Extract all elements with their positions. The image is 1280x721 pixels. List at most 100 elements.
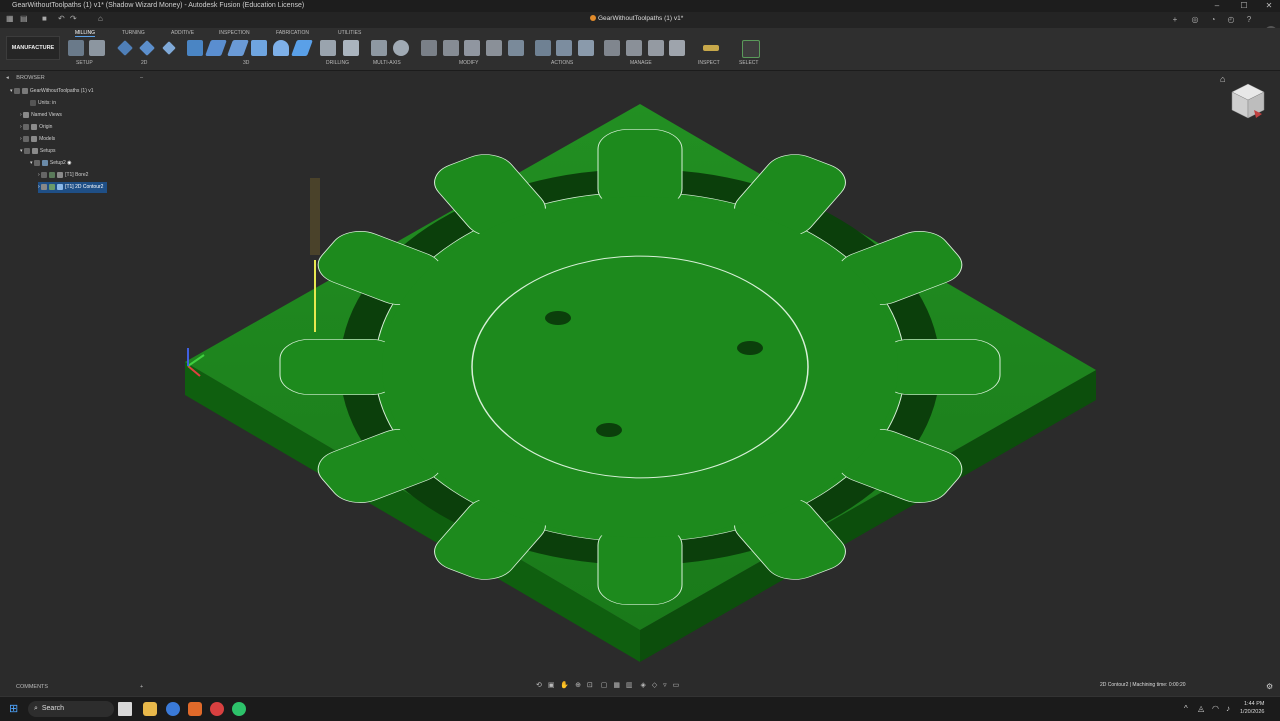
tray-chevron-icon[interactable]: ^: [1184, 704, 1188, 713]
app-menu-icon[interactable]: ▦: [6, 15, 14, 23]
tool-library-button[interactable]: [604, 40, 620, 56]
group-multi-axis[interactable]: MULTI-AXIS: [373, 60, 401, 66]
3d-viewport[interactable]: [0, 70, 1280, 678]
home-view-icon[interactable]: ⌂: [1220, 74, 1225, 84]
tab-inspection[interactable]: INSPECTION: [219, 30, 250, 36]
select-window-icon[interactable]: [742, 40, 760, 58]
save-icon[interactable]: ■: [42, 15, 50, 23]
fit-icon[interactable]: ⊡: [587, 682, 593, 689]
windows-start-icon[interactable]: ⊞: [9, 702, 18, 715]
3d-adaptive-button[interactable]: [205, 40, 227, 56]
tree-2d-contour2[interactable]: › [T1] 2D Contour2: [38, 182, 108, 193]
clipboard-icon[interactable]: [443, 40, 459, 56]
setup-sheet-action-button[interactable]: [578, 40, 594, 56]
expand-icon[interactable]: ›: [20, 136, 22, 142]
notifications-icon[interactable]: ◴: [1226, 15, 1236, 25]
tree-setups[interactable]: ▾ Setups: [20, 146, 55, 157]
job-status-icon[interactable]: ◔: [1208, 15, 1218, 25]
grid-icon[interactable]: ▦: [613, 682, 620, 689]
expand-icon[interactable]: ›: [38, 184, 40, 190]
viewports-icon[interactable]: ▥: [626, 682, 633, 689]
view-cube[interactable]: [1230, 82, 1266, 122]
setup-sheet-button[interactable]: [89, 40, 105, 56]
zoom-icon[interactable]: ⊕: [575, 682, 581, 689]
settings-icon[interactable]: ⚙: [1266, 682, 1273, 691]
eye-icon[interactable]: [23, 123, 30, 130]
group-drilling[interactable]: DRILLING: [326, 60, 349, 66]
tab-fabrication[interactable]: FABRICATION: [276, 30, 309, 36]
post-library-button[interactable]: [648, 40, 664, 56]
pattern-button[interactable]: [464, 40, 480, 56]
3d-pocket-button[interactable]: [227, 40, 249, 56]
document-tab[interactable]: GearWithoutToolpaths (1) v1*: [590, 15, 683, 22]
file-menu-icon[interactable]: ▤: [20, 15, 28, 23]
collapse-icon[interactable]: ◂: [6, 75, 9, 81]
clock[interactable]: 1:44 PM 1/20/2026: [1240, 700, 1264, 716]
drill-button[interactable]: [320, 40, 336, 56]
eye-icon[interactable]: [23, 147, 30, 154]
cut-icon[interactable]: [421, 40, 437, 56]
undo-icon[interactable]: ↶: [58, 15, 66, 23]
file-explorer-icon[interactable]: [143, 702, 157, 716]
environment-icon[interactable]: ▭: [673, 682, 680, 689]
template-library-button[interactable]: [626, 40, 642, 56]
expand-icon[interactable]: ›: [20, 124, 22, 130]
multi-axis-contour-button[interactable]: [371, 40, 387, 56]
group-select[interactable]: SELECT: [739, 60, 758, 66]
expand-icon[interactable]: ▾: [30, 160, 33, 166]
tab-additive[interactable]: ADDITIVE: [171, 30, 194, 36]
group-modify[interactable]: MODIFY: [459, 60, 478, 66]
home-icon[interactable]: ⌂: [98, 15, 106, 23]
orbit-icon[interactable]: ⟲: [536, 682, 542, 689]
display-settings-icon[interactable]: ▢: [601, 682, 608, 689]
help-icon[interactable]: ?: [1244, 15, 1254, 25]
expand-icon[interactable]: ▾: [10, 88, 13, 94]
extensions-icon[interactable]: ◎: [1190, 15, 1200, 25]
eye-icon[interactable]: [41, 171, 48, 178]
widget-icon[interactable]: [118, 702, 132, 716]
spotify-app-icon[interactable]: [232, 702, 246, 716]
network-icon[interactable]: ◬: [1198, 704, 1204, 713]
2d-contour-button[interactable]: [187, 40, 203, 56]
group-actions[interactable]: ACTIONS: [551, 60, 573, 66]
workspace-switcher[interactable]: MANUFACTURE: [6, 36, 60, 60]
tree-origin[interactable]: › Origin: [20, 122, 52, 133]
expand-icon[interactable]: ›: [20, 112, 22, 118]
tab-milling[interactable]: MILLING: [75, 30, 96, 37]
2d-pocket-button[interactable]: [139, 40, 155, 56]
new-tab-icon[interactable]: +: [1170, 15, 1180, 25]
redo-icon[interactable]: ↷: [70, 15, 78, 23]
expand-icon[interactable]: ▾: [20, 148, 23, 154]
2d-adaptive-button[interactable]: [117, 40, 133, 56]
close-icon[interactable]: ✕: [1262, 0, 1276, 12]
browser-app-icon[interactable]: [166, 702, 180, 716]
minimize-icon[interactable]: –: [1210, 0, 1224, 12]
group-manage[interactable]: MANAGE: [630, 60, 652, 66]
eye-icon[interactable]: [23, 135, 30, 142]
expand-icon[interactable]: ›: [38, 172, 40, 178]
post-process-button[interactable]: [556, 40, 572, 56]
visibility-icon[interactable]: ◇: [652, 682, 657, 689]
tree-setup2[interactable]: ▾ Setup2 ◉: [30, 158, 72, 169]
group-2d[interactable]: 2D: [141, 60, 147, 66]
swarf-button[interactable]: [393, 40, 409, 56]
maximize-icon[interactable]: ☐: [1237, 0, 1251, 12]
eye-icon[interactable]: [33, 159, 40, 166]
filter-icon[interactable]: ▿: [663, 682, 667, 689]
tree-models[interactable]: › Models: [20, 134, 55, 145]
toolpath-tweak-button[interactable]: [508, 40, 524, 56]
hole-recognition-button[interactable]: [343, 40, 359, 56]
scallop-button[interactable]: [273, 40, 289, 56]
tab-utilities[interactable]: UTILITIES: [338, 30, 361, 36]
group-setup[interactable]: SETUP: [76, 60, 93, 66]
camera-icon[interactable]: ◈: [640, 682, 645, 689]
steep-shallow-button[interactable]: [251, 40, 267, 56]
machine-library-button[interactable]: [669, 40, 685, 56]
group-3d[interactable]: 3D: [243, 60, 249, 66]
measure-icon[interactable]: [703, 45, 719, 51]
browser-pin-icon[interactable]: –: [140, 72, 143, 84]
wifi-icon[interactable]: ◠: [1212, 704, 1219, 713]
add-comment-icon[interactable]: +: [140, 680, 143, 694]
tree-bore2[interactable]: › [T1] Bore2: [38, 170, 88, 181]
face-button[interactable]: [162, 41, 176, 55]
